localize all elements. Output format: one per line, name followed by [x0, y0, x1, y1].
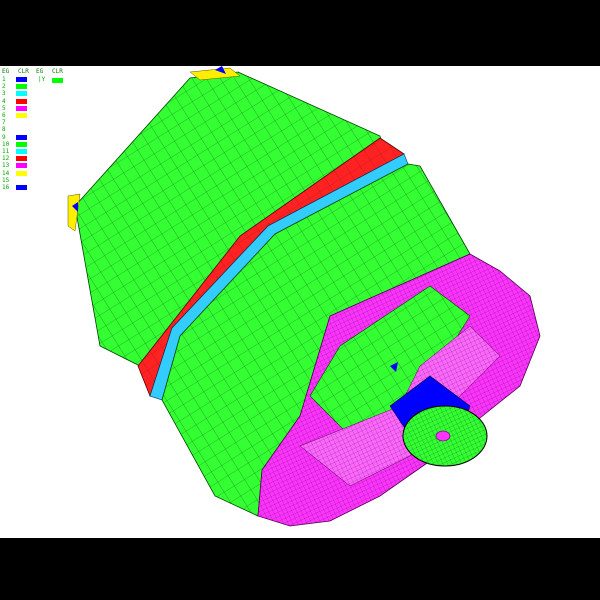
legend-row-number: 8	[2, 126, 6, 134]
legend-color-swatch	[16, 105, 27, 111]
legend-color-swatch	[16, 134, 27, 140]
legend-row: 3	[2, 90, 62, 97]
legend-row: 10	[2, 141, 62, 148]
legend-row-number: 14	[2, 169, 10, 177]
legend-row: 6	[2, 112, 62, 119]
legend-row: 5	[2, 105, 62, 112]
legend-color-swatch	[16, 84, 27, 90]
legend-row-number: 4	[2, 97, 6, 105]
legend-row: 4	[2, 98, 62, 105]
legend-row: 16	[2, 184, 62, 191]
top-black-bar	[0, 0, 600, 66]
legend-col1-clr-header: CLR	[18, 68, 29, 75]
model-viewport[interactable]: EG CLR EG CLR |Y 1 2 3 4 5 6 7 8 9 10 11 12 13 14 15 16	[0, 66, 600, 538]
legend-color-swatch	[16, 149, 27, 154]
legend-color-swatch	[16, 170, 27, 176]
legend-color-swatch	[16, 185, 27, 190]
legend-color-swatch	[16, 156, 27, 162]
legend-color-swatch	[16, 113, 27, 118]
legend-row-number: 1	[2, 76, 6, 83]
legend-row: 9	[2, 134, 62, 141]
legend-row: 14	[2, 170, 62, 177]
legend-row: 11	[2, 148, 62, 155]
legend-row-number: 13	[2, 162, 10, 170]
legend-row-number: 6	[2, 112, 6, 119]
legend-row-number: 11	[2, 148, 10, 155]
legend-row-number: 12	[2, 155, 10, 163]
legend-row-number: 2	[2, 83, 6, 91]
legend-row: 1	[2, 76, 62, 83]
legend-color-swatch	[16, 91, 27, 97]
legend-color-swatch	[16, 77, 27, 82]
legend-row: 8	[2, 126, 62, 133]
legend-row-number: 7	[2, 119, 6, 127]
legend-row: 7	[2, 119, 62, 126]
legend-row-number: 15	[2, 176, 10, 184]
legend-col1-eg-header: EG	[2, 68, 10, 75]
fe-mesh-model	[67, 66, 541, 527]
legend-row-number: 16	[2, 184, 10, 191]
legend-col2-clr-header: CLR	[52, 68, 63, 75]
bottom-black-bar	[0, 538, 600, 600]
legend-row: 2	[2, 83, 62, 90]
hub-center	[435, 430, 451, 442]
legend-row: 13	[2, 162, 62, 169]
legend-color-swatch	[16, 141, 27, 147]
legend-row-number: 5	[2, 104, 6, 112]
legend-row-number: 10	[2, 140, 10, 148]
legend-row-number: 3	[2, 90, 6, 98]
legend-row: 12	[2, 155, 62, 162]
legend-color-swatch	[16, 163, 27, 169]
legend-row: 15	[2, 177, 62, 184]
legend-color-swatch	[16, 98, 27, 104]
legend-row-number: 9	[2, 133, 6, 141]
legend-col2-eg-header: EG	[36, 68, 44, 75]
